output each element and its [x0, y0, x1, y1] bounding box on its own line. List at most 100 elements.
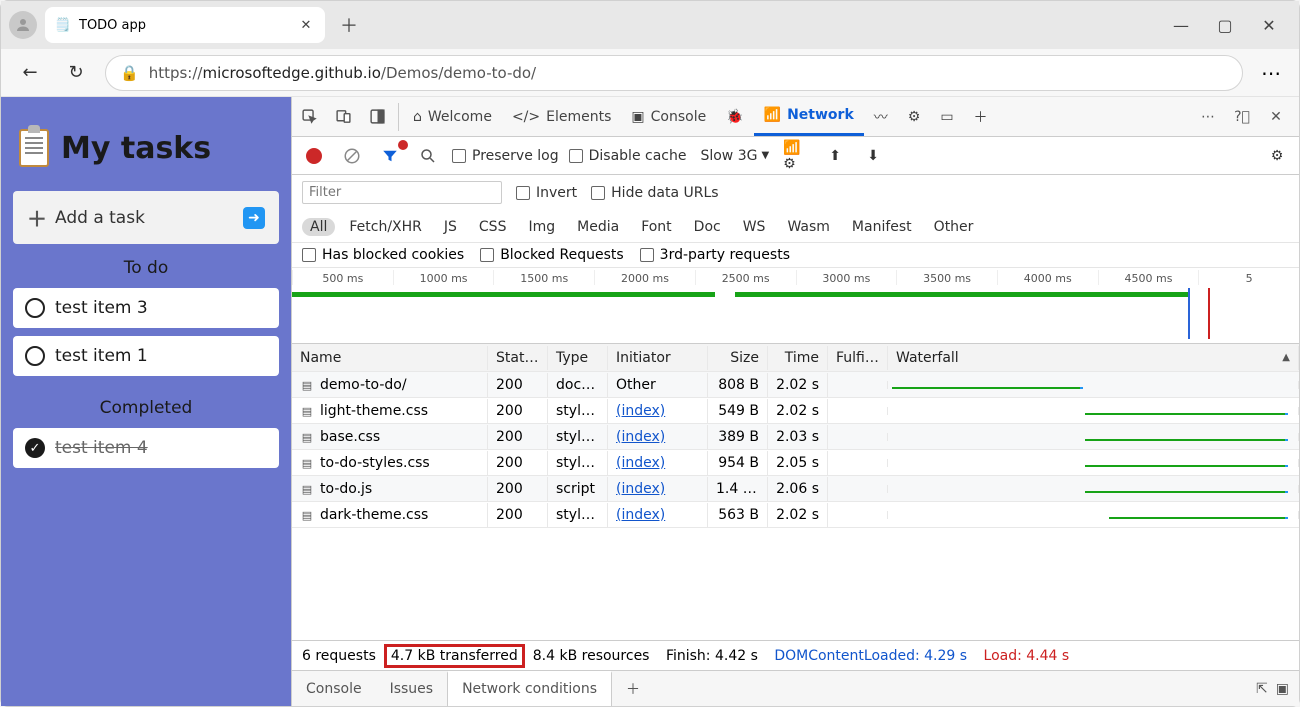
- new-tab-button[interactable]: ＋: [333, 9, 365, 41]
- tab-title: TODO app: [79, 18, 146, 33]
- more-tabs-button[interactable]: ＋: [964, 97, 998, 136]
- status-resources: 8.4 kB resources: [533, 648, 650, 664]
- status-transferred: 4.7 kB transferred: [384, 644, 525, 668]
- third-party-checkbox[interactable]: 3rd-party requests: [640, 247, 790, 263]
- filter-type-manifest[interactable]: Manifest: [844, 218, 920, 236]
- network-timeline[interactable]: 500 ms1000 ms1500 ms2000 ms2500 ms3000 m…: [292, 268, 1299, 344]
- drawer-expand-icon[interactable]: ⇱: [1256, 681, 1268, 697]
- tab-memory[interactable]: ⚙: [898, 97, 931, 136]
- task-checkbox[interactable]: [25, 346, 45, 366]
- add-task-input[interactable]: ＋ Add a task ➜: [13, 191, 279, 244]
- request-row[interactable]: ▤light-theme.css200styles...(index)549 B…: [292, 398, 1299, 424]
- drawer-dock-icon[interactable]: ▣: [1276, 681, 1289, 697]
- close-window-button[interactable]: ✕: [1257, 16, 1281, 35]
- filter-type-js[interactable]: JS: [436, 218, 465, 236]
- filter-type-ws[interactable]: WS: [735, 218, 774, 236]
- blocked-cookies-checkbox[interactable]: Has blocked cookies: [302, 247, 464, 263]
- tab-performance[interactable]: 〰: [864, 97, 898, 136]
- task-item[interactable]: test item 1: [13, 336, 279, 376]
- submit-task-button[interactable]: ➜: [243, 207, 265, 229]
- more-tools-button[interactable]: ⋯: [1191, 100, 1225, 134]
- minimize-button[interactable]: —: [1169, 16, 1193, 35]
- record-button[interactable]: [300, 142, 328, 170]
- drawer-add-tab-button[interactable]: ＋: [612, 671, 654, 706]
- devtools-panel: ⌂Welcome </>Elements ▣Console 🐞 📶Network…: [291, 97, 1299, 706]
- maximize-button[interactable]: ▢: [1213, 16, 1237, 35]
- hide-data-urls-checkbox[interactable]: Hide data URLs: [591, 185, 718, 201]
- task-item[interactable]: test item 3: [13, 288, 279, 328]
- filter-toggle-button[interactable]: [376, 142, 404, 170]
- close-tab-button[interactable]: ✕: [297, 16, 315, 34]
- add-task-placeholder: Add a task: [55, 208, 145, 228]
- device-toggle-icon[interactable]: [326, 100, 360, 134]
- initiator-link[interactable]: (index): [608, 399, 708, 423]
- request-row[interactable]: ▤to-do.js200script(index)1.4 kB2.06 s: [292, 476, 1299, 502]
- tab-debug[interactable]: 🐞: [716, 97, 753, 136]
- filter-input[interactable]: [302, 181, 502, 204]
- close-devtools-button[interactable]: ✕: [1259, 100, 1293, 134]
- dock-icon[interactable]: [360, 100, 394, 134]
- task-checkbox[interactable]: [25, 298, 45, 318]
- refresh-button[interactable]: ↻: [59, 56, 93, 90]
- invert-checkbox[interactable]: Invert: [516, 185, 577, 201]
- initiator-text: Other: [608, 373, 708, 397]
- status-dcl: DOMContentLoaded: 4.29 s: [774, 648, 967, 664]
- inspect-icon[interactable]: [292, 100, 326, 134]
- drawer-tab-network-conditions[interactable]: Network conditions: [447, 671, 612, 706]
- search-button[interactable]: [414, 142, 442, 170]
- filter-type-wasm[interactable]: Wasm: [779, 218, 837, 236]
- request-row[interactable]: ▤dark-theme.css200styles...(index)563 B2…: [292, 502, 1299, 528]
- filter-type-all[interactable]: All: [302, 218, 335, 236]
- initiator-link[interactable]: (index): [608, 503, 708, 527]
- back-button[interactable]: ←: [13, 56, 47, 90]
- task-checkbox-checked[interactable]: ✓: [25, 438, 45, 458]
- network-status-bar: 6 requests 4.7 kB transferred 8.4 kB res…: [292, 640, 1299, 670]
- filter-type-css[interactable]: CSS: [471, 218, 515, 236]
- profile-avatar[interactable]: [9, 11, 37, 39]
- wifi-icon[interactable]: 📶⚙: [783, 142, 811, 170]
- bug-icon: 🐞: [726, 109, 743, 125]
- preserve-log-checkbox[interactable]: Preserve log: [452, 148, 559, 164]
- initiator-link[interactable]: (index): [608, 451, 708, 475]
- disable-cache-checkbox[interactable]: Disable cache: [569, 148, 687, 164]
- lock-icon: 🔒: [120, 64, 139, 82]
- throttle-select[interactable]: Slow 3G ▼: [696, 146, 773, 166]
- help-button[interactable]: ?⃝: [1225, 100, 1259, 134]
- url-input[interactable]: 🔒 https://microsoftedge.github.io/Demos/…: [105, 55, 1243, 91]
- network-settings-button[interactable]: ⚙: [1263, 142, 1291, 170]
- task-item-completed[interactable]: ✓test item 4: [13, 428, 279, 468]
- console-icon: ▣: [631, 109, 644, 125]
- tab-elements[interactable]: </>Elements: [502, 97, 621, 136]
- drawer-tab-issues[interactable]: Issues: [376, 671, 448, 706]
- blocked-requests-checkbox[interactable]: Blocked Requests: [480, 247, 623, 263]
- tab-network[interactable]: 📶Network: [754, 97, 864, 136]
- tab-console[interactable]: ▣Console: [621, 97, 716, 136]
- network-grid-body[interactable]: ▤demo-to-do/200docu...Other808 B2.02 s▤l…: [292, 372, 1299, 640]
- initiator-link[interactable]: (index): [608, 477, 708, 501]
- code-icon: </>: [512, 109, 540, 125]
- clear-button[interactable]: [338, 142, 366, 170]
- tab-welcome[interactable]: ⌂Welcome: [403, 97, 502, 136]
- filter-type-media[interactable]: Media: [569, 218, 627, 236]
- network-grid-header[interactable]: Name Status Type Initiator Size Time Ful…: [292, 344, 1299, 372]
- devtools-drawer: Console Issues Network conditions ＋ ⇱ ▣: [292, 670, 1299, 706]
- network-toolbar: Preserve log Disable cache Slow 3G ▼ 📶⚙ …: [292, 137, 1299, 175]
- tab-application[interactable]: ▭: [930, 97, 963, 136]
- export-button[interactable]: ⬇: [859, 142, 887, 170]
- app-header: My tasks: [13, 109, 279, 191]
- browser-menu-button[interactable]: ⋯: [1255, 61, 1287, 85]
- initiator-link[interactable]: (index): [608, 425, 708, 449]
- filter-type-other[interactable]: Other: [926, 218, 982, 236]
- drawer-tab-console[interactable]: Console: [292, 671, 376, 706]
- import-button[interactable]: ⬆: [821, 142, 849, 170]
- browser-titlebar: 🗒️ TODO app ✕ ＋ — ▢ ✕: [1, 1, 1299, 49]
- window-controls: — ▢ ✕: [1169, 16, 1291, 35]
- browser-tab[interactable]: 🗒️ TODO app ✕: [45, 7, 325, 43]
- filter-type-fetchxhr[interactable]: Fetch/XHR: [341, 218, 430, 236]
- request-row[interactable]: ▤to-do-styles.css200styles...(index)954 …: [292, 450, 1299, 476]
- request-row[interactable]: ▤demo-to-do/200docu...Other808 B2.02 s: [292, 372, 1299, 398]
- filter-type-img[interactable]: Img: [520, 218, 563, 236]
- filter-type-font[interactable]: Font: [633, 218, 679, 236]
- filter-type-doc[interactable]: Doc: [686, 218, 729, 236]
- request-row[interactable]: ▤base.css200styles...(index)389 B2.03 s: [292, 424, 1299, 450]
